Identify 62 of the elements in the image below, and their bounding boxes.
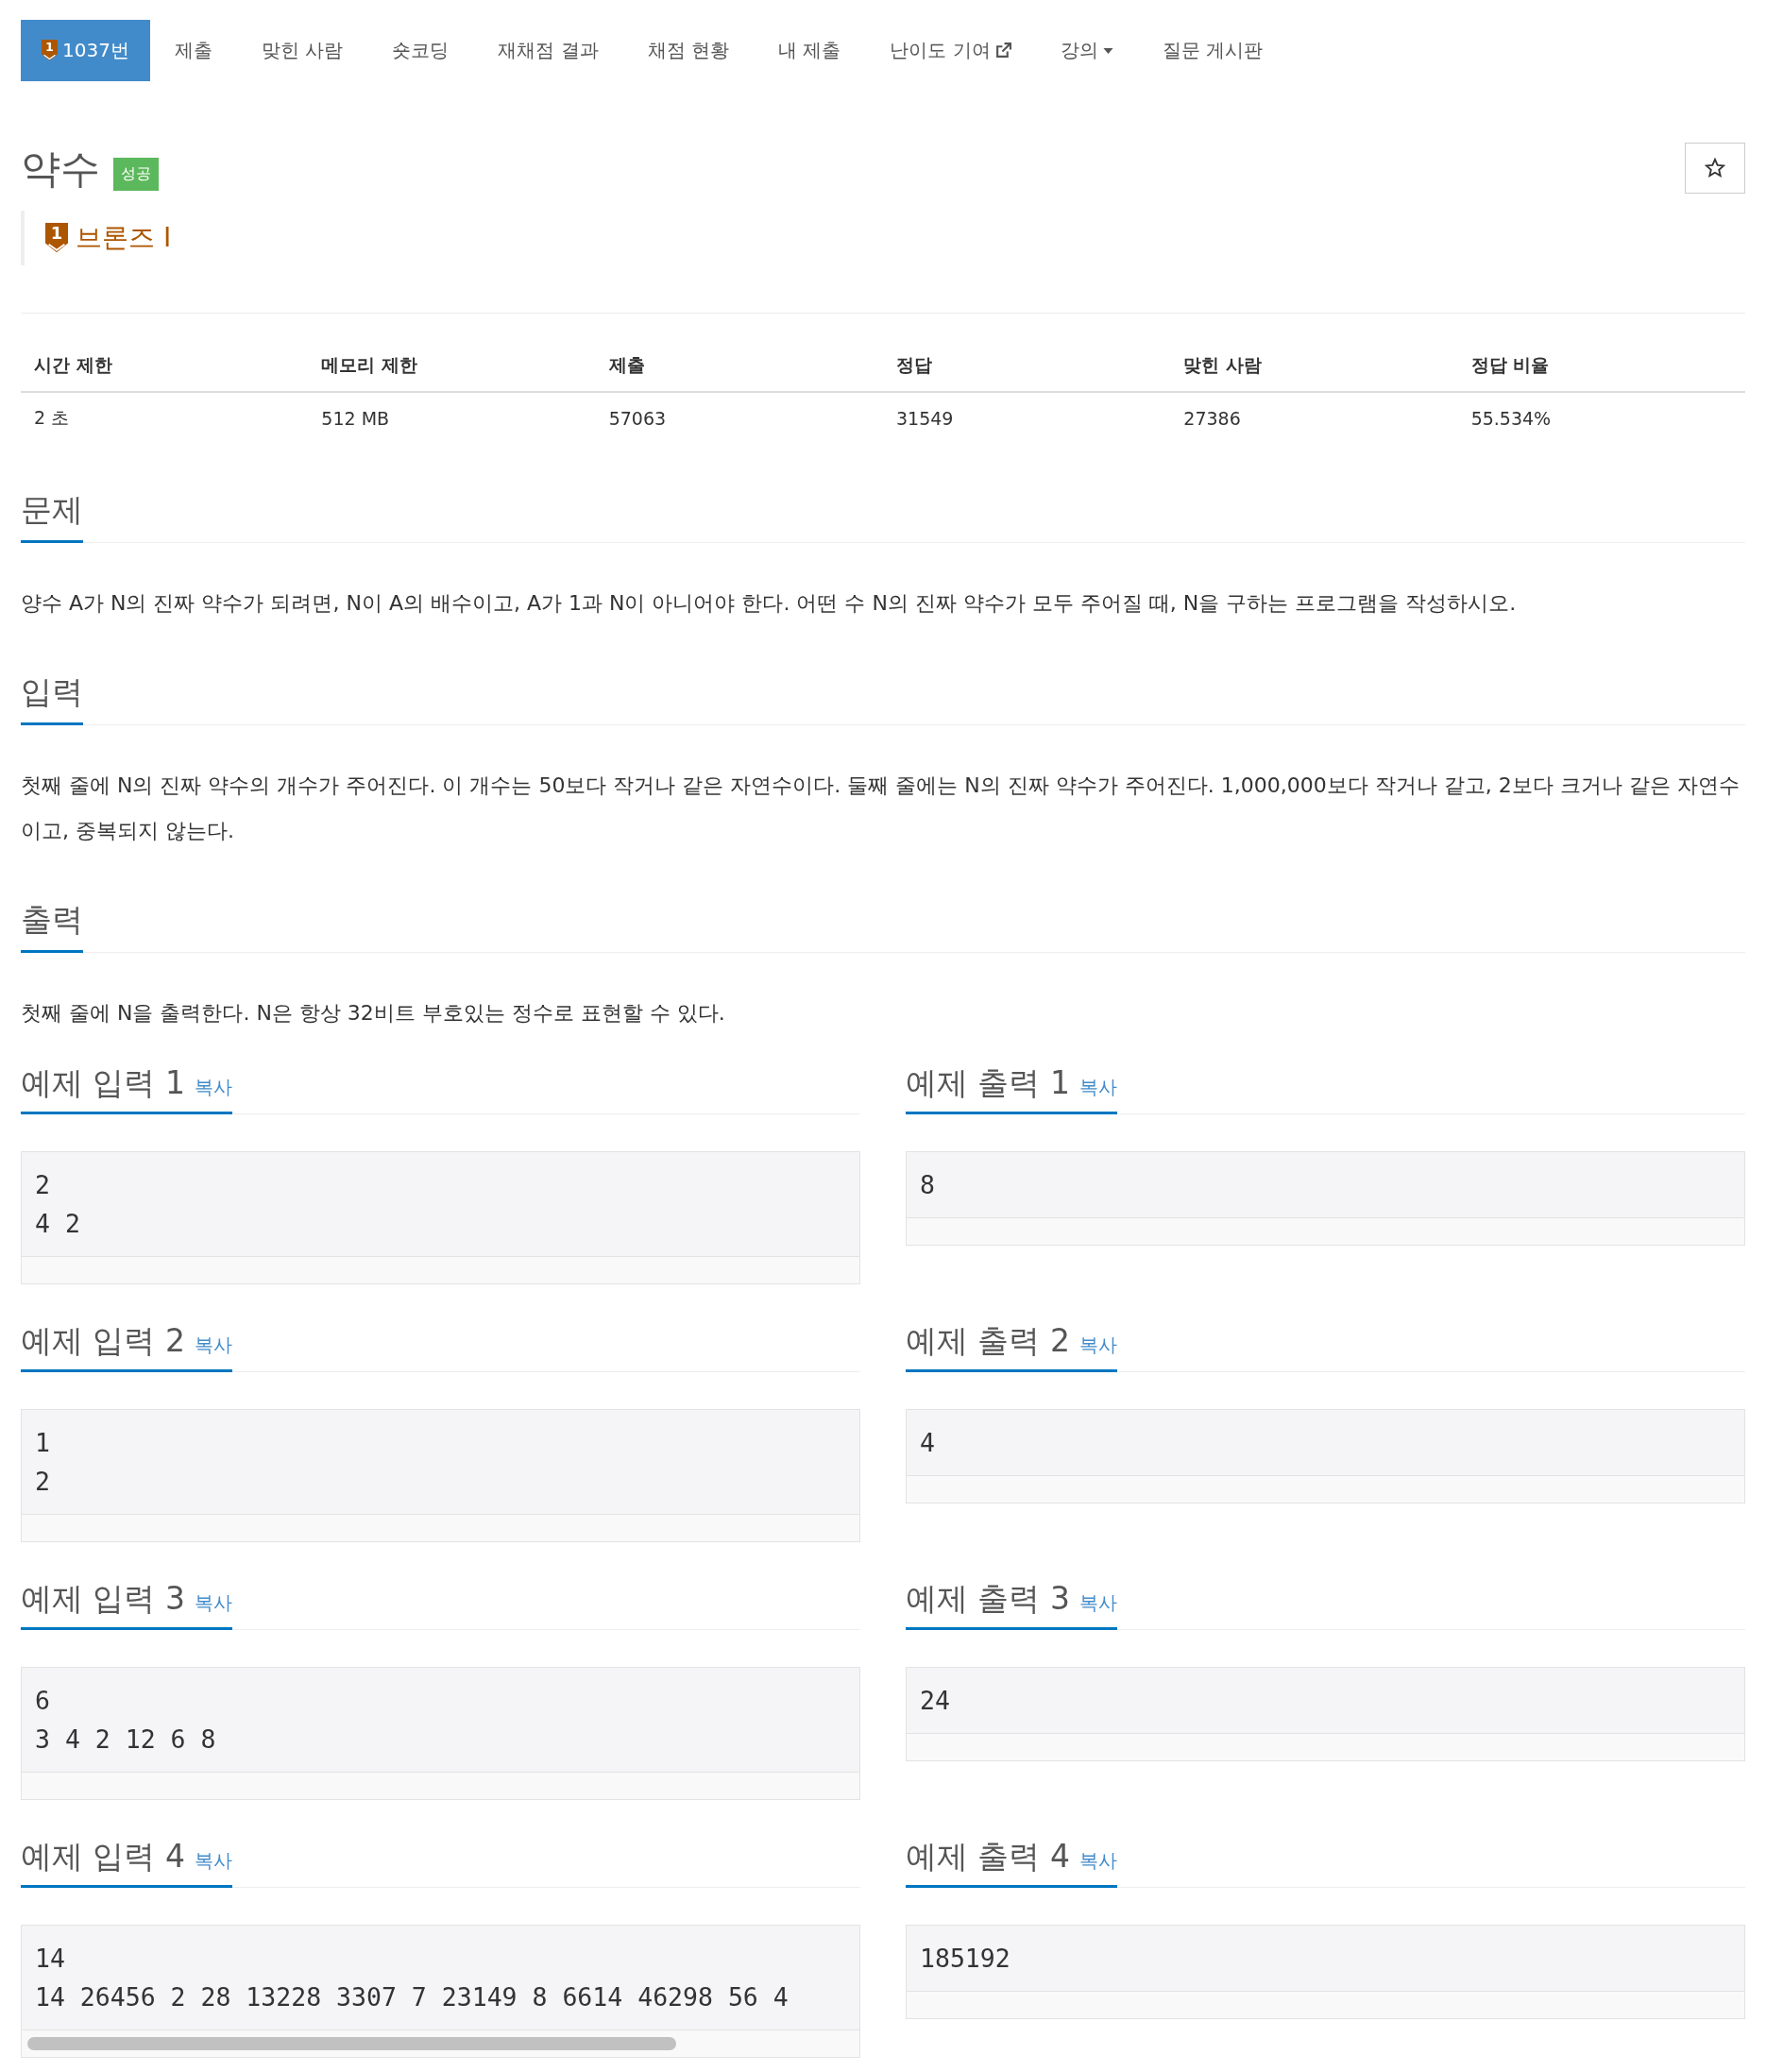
column-header: 시간 제한 — [21, 313, 309, 392]
tier-name[interactable]: 브론즈 I — [76, 220, 172, 256]
copy-link[interactable]: 복사 — [195, 1848, 232, 1874]
tier-badge-icon: 1 — [45, 223, 68, 253]
table-cell: 2 초 — [21, 392, 309, 444]
section-heading: 출력 — [21, 895, 83, 953]
nav-tab[interactable]: 난이도 기여 — [865, 20, 1036, 81]
caret-icon — [1102, 47, 1113, 54]
nav-tab[interactable]: 재채점 결과 — [473, 20, 623, 81]
sample-heading: 예제 입력 3 — [21, 1579, 185, 1619]
sample-text: 4 — [907, 1410, 1744, 1476]
table-cell: 27386 — [1170, 392, 1458, 444]
nav-tab[interactable]: 숏코딩 — [367, 20, 474, 81]
sample-heading: 예제 입력 4 — [21, 1837, 185, 1877]
copy-link[interactable]: 복사 — [195, 1333, 232, 1358]
sample-text: 14 14 26456 2 28 13228 3307 7 23149 8 6614 46298 56 4 — [22, 1926, 859, 2030]
section-text: 양수 A가 N의 진짜 약수가 되려면, N이 A의 배수이고, A가 1과 N이 아니어야 한다. 어떤 수 N의 진짜 약수가 모두 주어질 때, N을 구하는 프로그램을 작성하시오. — [21, 590, 1518, 617]
sample-text: 24 — [907, 1668, 1744, 1734]
result-label: 성공 — [113, 157, 159, 191]
table-cell: 57063 — [595, 392, 883, 444]
section-text: 첫째 줄에 N을 출력한다. N은 항상 32비트 부호있는 정수로 표현할 수 있다. — [21, 1000, 726, 1027]
table-cell: 55.534% — [1457, 392, 1745, 444]
sample-heading: 예제 출력 4 — [906, 1837, 1070, 1877]
section-heading: 문제 — [21, 485, 83, 543]
tier-badge-icon: 1 — [42, 40, 58, 61]
sample-text: 1 2 — [22, 1410, 859, 1515]
copy-link[interactable]: 복사 — [1079, 1075, 1117, 1100]
nav-tab[interactable]: 질문 게시판 — [1137, 20, 1288, 81]
star-icon — [1705, 158, 1725, 178]
copy-link[interactable]: 복사 — [1079, 1333, 1117, 1358]
sample-text: 6 3 4 2 12 6 8 — [22, 1668, 859, 1773]
section-text: 첫째 줄에 N의 진짜 약수의 개수가 주어진다. 이 개수는 50보다 작거나 같은 자연수이다. 둘째 줄에는 N의 진짜 약수가 주어진다. 1,000,000보다 작거나 같고, 2보다 크거나 같은 자연수이고, 중복되지 않는다. — [21, 773, 1741, 844]
nav-tab[interactable]: 강의 — [1035, 20, 1138, 81]
column-header: 정답 — [883, 313, 1171, 392]
problem-title: 약수 — [21, 144, 100, 194]
copy-link[interactable]: 복사 — [195, 1075, 232, 1100]
nav-tab[interactable]: 1 1037번 — [21, 20, 150, 81]
nav-tab[interactable]: 제출 — [149, 20, 237, 81]
copy-link[interactable]: 복사 — [195, 1590, 232, 1616]
column-header: 정답 비율 — [1457, 313, 1745, 392]
table-cell: 31549 — [883, 392, 1171, 444]
nav-tab[interactable]: 채점 현황 — [622, 20, 754, 81]
sample-heading: 예제 출력 1 — [906, 1063, 1070, 1103]
sample-text: 2 4 2 — [22, 1152, 859, 1257]
nav-tab[interactable]: 내 제출 — [754, 20, 866, 81]
column-header: 메모리 제한 — [308, 313, 596, 392]
section-heading: 입력 — [21, 668, 83, 725]
column-header: 맞힌 사람 — [1170, 313, 1458, 392]
external-link-icon — [994, 42, 1011, 59]
sample-text: 185192 — [907, 1926, 1744, 1992]
sample-heading: 예제 출력 2 — [906, 1321, 1070, 1361]
star-button[interactable] — [1685, 143, 1745, 194]
sample-heading: 예제 입력 2 — [21, 1321, 185, 1361]
scrollbar-thumb[interactable] — [27, 2037, 677, 2050]
sample-heading: 예제 입력 1 — [21, 1063, 185, 1103]
table-cell: 512 MB — [308, 392, 596, 444]
copy-link[interactable]: 복사 — [1079, 1590, 1117, 1616]
sample-text: 8 — [907, 1152, 1744, 1218]
column-header: 제출 — [595, 313, 883, 392]
copy-link[interactable]: 복사 — [1079, 1848, 1117, 1874]
nav-tab[interactable]: 맞힌 사람 — [236, 20, 368, 81]
sample-heading: 예제 출력 3 — [906, 1579, 1070, 1619]
